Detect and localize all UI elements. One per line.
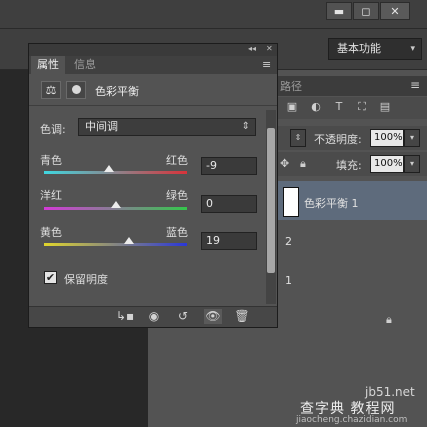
layer-name: 色彩平衡 1 bbox=[304, 197, 359, 210]
watermark-url: jiaocheng.chazidian.com bbox=[296, 415, 408, 425]
slider-right-label-red: 红色 bbox=[166, 154, 188, 167]
view-previous-icon[interactable]: ◉ bbox=[145, 309, 163, 324]
chevron-down-icon[interactable]: ▾ bbox=[404, 129, 420, 147]
collapse-panel-icon[interactable]: ◂◂ bbox=[248, 44, 256, 53]
tone-dropdown[interactable]: 中间调 ⇕ bbox=[78, 118, 256, 136]
visibility-icon[interactable]: 👁︎ bbox=[204, 309, 222, 324]
workspace-label: 基本功能 bbox=[337, 42, 381, 55]
lock-icon: 🔒︎ bbox=[386, 313, 392, 326]
trash-icon[interactable]: 🗑︎ bbox=[233, 309, 251, 324]
image-filter-icon[interactable]: ▣ bbox=[285, 100, 299, 114]
layer-row[interactable] bbox=[276, 220, 427, 264]
lock-position-icon[interactable]: ✥ bbox=[280, 157, 289, 170]
adjustment-filter-icon[interactable]: ◐ bbox=[309, 100, 323, 114]
layers-menu-icon[interactable]: ≡ bbox=[410, 78, 420, 92]
panel-menu-icon[interactable]: ≡ bbox=[262, 58, 271, 71]
yellow-blue-slider-track[interactable] bbox=[44, 243, 187, 246]
preserve-luminosity-checkbox[interactable]: ✔ bbox=[44, 271, 57, 284]
layer-name: 2 bbox=[285, 235, 292, 248]
preserve-luminosity-label: 保留明度 bbox=[64, 273, 108, 286]
cyan-red-slider-track[interactable] bbox=[44, 171, 187, 174]
chevron-down-icon: ▾ bbox=[410, 44, 415, 54]
watermark-site: jb51.net bbox=[365, 385, 415, 399]
tone-label: 色调: bbox=[40, 123, 66, 136]
tone-value: 中间调 bbox=[85, 120, 118, 133]
tab-paths[interactable]: 路径 bbox=[280, 78, 302, 94]
slider-left-label-cyan: 青色 bbox=[40, 154, 62, 167]
properties-panel-tabs bbox=[29, 56, 277, 74]
cyan-red-value-input[interactable]: -9 bbox=[201, 157, 257, 175]
blend-mode-dropdown[interactable]: ⇕ bbox=[290, 129, 306, 147]
slider-left-label-yellow: 黄色 bbox=[40, 226, 62, 239]
magenta-green-value-input[interactable]: 0 bbox=[201, 195, 257, 213]
chevron-updown-icon: ⇕ bbox=[241, 121, 250, 132]
reset-icon[interactable]: ↺ bbox=[174, 309, 192, 324]
slider-left-label-magenta: 洋红 bbox=[40, 189, 62, 202]
close-panel-icon[interactable]: ✕ bbox=[266, 44, 273, 53]
layer-mask-thumbnail[interactable] bbox=[283, 187, 299, 217]
yellow-blue-value-input[interactable]: 19 bbox=[201, 232, 257, 250]
fill-input[interactable]: 100% bbox=[370, 155, 404, 173]
maximize-button[interactable]: ◻ bbox=[353, 2, 379, 20]
layer-mask-icon[interactable] bbox=[66, 81, 86, 99]
tab-info[interactable]: 信息 bbox=[68, 56, 102, 74]
opacity-label: 不透明度: bbox=[314, 133, 362, 146]
scrollbar-thumb[interactable] bbox=[267, 128, 275, 273]
shape-filter-icon[interactable]: ⛶ bbox=[355, 100, 369, 114]
layer-row[interactable] bbox=[276, 260, 427, 304]
chevron-down-icon[interactable]: ▾ bbox=[404, 155, 420, 173]
magenta-green-slider-thumb[interactable] bbox=[110, 201, 121, 208]
properties-panel-titlebar[interactable] bbox=[29, 44, 277, 56]
lock-all-icon[interactable]: 🔒︎ bbox=[300, 157, 306, 171]
workspace-switcher[interactable]: 基本功能 ▾ bbox=[328, 38, 422, 60]
yellow-blue-slider-thumb[interactable] bbox=[124, 237, 135, 244]
adjustment-title: 色彩平衡 bbox=[95, 85, 139, 98]
clip-to-layer-icon[interactable]: ↳▪ bbox=[116, 309, 134, 324]
layer-name: 1 bbox=[285, 274, 292, 287]
minimize-button[interactable]: ▬ bbox=[326, 2, 352, 20]
slider-right-label-blue: 蓝色 bbox=[166, 226, 188, 239]
tab-properties[interactable]: 属性 bbox=[31, 56, 65, 74]
balance-scale-icon[interactable]: ⚖ bbox=[41, 81, 61, 99]
cyan-red-slider-thumb[interactable] bbox=[104, 165, 115, 172]
opacity-input[interactable]: 100% bbox=[370, 129, 404, 147]
type-filter-icon[interactable]: T bbox=[332, 100, 346, 114]
layer-row[interactable] bbox=[276, 300, 427, 342]
close-button[interactable]: ✕ bbox=[380, 2, 410, 20]
fill-label: 填充: bbox=[336, 159, 362, 172]
slider-right-label-green: 绿色 bbox=[166, 189, 188, 202]
smart-object-filter-icon[interactable]: ▤ bbox=[378, 100, 392, 114]
